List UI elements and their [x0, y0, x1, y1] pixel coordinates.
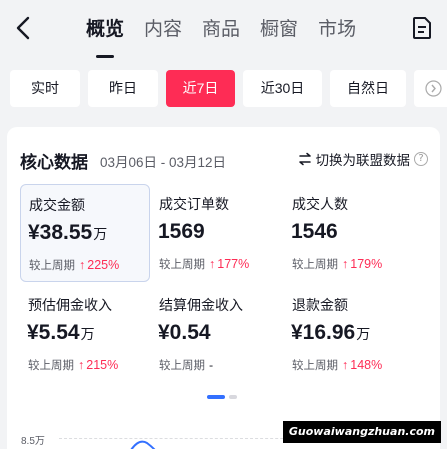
- tab-showcase[interactable]: 橱窗: [260, 14, 298, 46]
- metric-compare: 较上周期 ↑ 215%: [28, 358, 119, 372]
- metric-orders[interactable]: 成交订单数 1569 较上周期 ↑ 177%: [151, 184, 281, 282]
- chevron-left-icon[interactable]: [12, 14, 36, 42]
- trend-line: [130, 440, 156, 449]
- core-data-card: 核心数据 03月06日 - 03月12日 切换为联盟数据 ? 成交金额 ¥38.…: [7, 127, 440, 449]
- filter-30days[interactable]: 近30日: [243, 70, 322, 107]
- arrow-up-icon: ↑: [209, 257, 216, 271]
- chart-y-tick: 8.5万: [21, 436, 45, 447]
- tab-market[interactable]: 市场: [318, 14, 356, 46]
- nav-tabs: 概览 内容 商品 橱窗 市场: [86, 14, 376, 58]
- filter-7days[interactable]: 近7日: [166, 70, 235, 107]
- date-filter-bar: 实时 昨日 近7日 近30日 自然日: [10, 70, 447, 107]
- document-icon[interactable]: [411, 16, 433, 40]
- watermark: Guowaiwangzhuan.com: [282, 421, 441, 443]
- metric-buyers[interactable]: 成交人数 1546 较上周期 ↑ 179%: [284, 184, 414, 282]
- metric-value: 1569: [158, 220, 205, 243]
- top-nav: 概览 内容 商品 橱窗 市场: [0, 0, 447, 60]
- metric-est-commission[interactable]: 预估佣金收入 ¥5.54万 较上周期 ↑ 215%: [20, 285, 150, 383]
- page-dot[interactable]: [229, 395, 237, 399]
- switch-label: 切换为联盟数据: [315, 153, 411, 169]
- chevron-right-icon: [425, 80, 442, 97]
- metric-settled-commission[interactable]: 结算佣金收入 ¥0.54 较上周期 -: [151, 285, 281, 383]
- switch-alliance-data-button[interactable]: 切换为联盟数据 ?: [298, 149, 428, 169]
- filter-natural-day[interactable]: 自然日: [330, 70, 406, 107]
- metric-label: 预估佣金收入: [28, 298, 112, 314]
- metric-gmv[interactable]: 成交金额 ¥38.55万 较上周期 ↑ 225%: [20, 184, 150, 282]
- metric-compare: 较上周期 ↑ 148%: [292, 358, 383, 372]
- metric-value: ¥5.54万: [27, 321, 95, 344]
- more-filters-button[interactable]: [414, 70, 447, 107]
- metric-compare: 较上周期 ↑ 225%: [29, 258, 120, 272]
- card-title: 核心数据: [20, 153, 88, 173]
- arrow-up-icon: ↑: [78, 358, 85, 372]
- arrow-up-icon: ↑: [342, 257, 349, 271]
- metric-label: 成交人数: [292, 197, 348, 213]
- metric-value: ¥16.96万: [291, 321, 371, 344]
- tab-overview[interactable]: 概览: [86, 14, 124, 58]
- page-dot-active[interactable]: [207, 395, 225, 399]
- metric-compare: 较上周期 -: [159, 358, 214, 372]
- metric-refund[interactable]: 退款金额 ¥16.96万 较上周期 ↑ 148%: [284, 285, 414, 383]
- arrow-up-icon: ↑: [79, 258, 86, 272]
- date-range: 03月06日 - 03月12日: [100, 155, 227, 170]
- metric-compare: 较上周期 ↑ 177%: [159, 257, 250, 271]
- arrow-up-icon: ↑: [342, 358, 349, 372]
- filter-yesterday[interactable]: 昨日: [88, 70, 158, 107]
- tab-products[interactable]: 商品: [202, 14, 240, 46]
- swap-icon: [298, 152, 311, 166]
- metric-value: ¥38.55万: [28, 221, 108, 244]
- filter-realtime[interactable]: 实时: [10, 70, 80, 107]
- metric-compare: 较上周期 ↑ 179%: [292, 257, 383, 271]
- help-icon[interactable]: ?: [414, 152, 428, 166]
- metric-label: 成交金额: [29, 198, 85, 214]
- metric-label: 成交订单数: [159, 197, 229, 213]
- metric-value: ¥0.54: [158, 321, 211, 344]
- metric-value: 1546: [291, 220, 338, 243]
- page-indicator[interactable]: [207, 395, 241, 399]
- metric-label: 退款金额: [292, 298, 348, 314]
- tab-content[interactable]: 内容: [144, 14, 182, 46]
- metric-label: 结算佣金收入: [159, 298, 243, 314]
